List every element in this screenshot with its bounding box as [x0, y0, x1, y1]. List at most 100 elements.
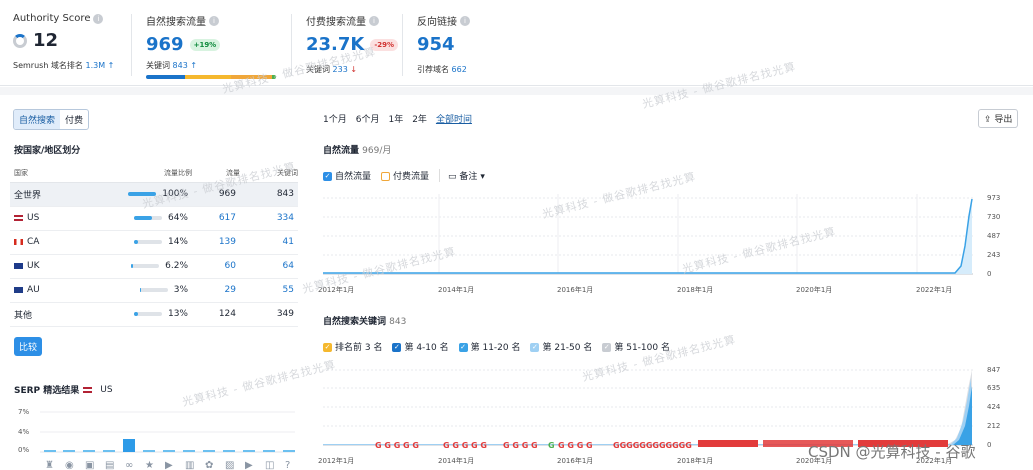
svg-text:G G G G G: G G G G G	[443, 441, 487, 450]
keywords-label: 关键词	[146, 61, 170, 70]
share-value: 6.2%	[165, 261, 188, 271]
ref-domains-value[interactable]: 662	[452, 65, 467, 74]
info-icon[interactable]: i	[93, 13, 104, 24]
svg-text:◉: ◉	[65, 460, 74, 470]
checkbox-checked-icon: ✓	[458, 343, 468, 352]
notes-dropdown[interactable]: ▭ 备注 ▾	[439, 169, 485, 182]
compare-button[interactable]: 比较	[14, 337, 43, 356]
range-1m[interactable]: 1个月	[323, 112, 347, 125]
legend-paid[interactable]: 付费流量	[381, 169, 429, 182]
traffic-y-tick: 243	[987, 251, 1001, 259]
keywords-y-tick: 0	[987, 441, 992, 449]
col-keywords[interactable]: 关键词	[240, 164, 298, 183]
keywords-count: 843	[389, 317, 407, 327]
table-row[interactable]: UK 6.2% 60 64	[10, 254, 298, 279]
range-2y[interactable]: 2年	[412, 112, 427, 125]
table-row[interactable]: 其他 13% 124 349	[10, 302, 298, 327]
keywords-x-tick: 2016年1月	[557, 457, 594, 465]
serp-title: SERP 精选结果	[14, 386, 80, 396]
legend-11-20[interactable]: ✓ 第 11-20 名	[458, 340, 520, 353]
traffic-value[interactable]: 60	[192, 254, 240, 279]
keywords-value[interactable]: 55	[240, 278, 298, 303]
info-icon[interactable]: i	[369, 15, 379, 26]
table-row[interactable]: 全世界 100% 969 843	[10, 182, 298, 207]
keywords-value[interactable]: 334	[240, 206, 298, 231]
checkbox-checked-icon: ✓	[392, 343, 402, 352]
paid-traffic-metric[interactable]: 付费搜索流量 i 23.7K -29% 关键词 233 ↓	[306, 13, 399, 75]
divider	[402, 14, 403, 76]
svg-text:G: G	[548, 441, 555, 450]
traffic-chart-title: 自然流量 969/月	[323, 143, 391, 156]
change-badge: -29%	[370, 38, 399, 51]
range-1y[interactable]: 1年	[388, 112, 403, 125]
export-button[interactable]: ⇪ 导出	[978, 109, 1019, 128]
col-share[interactable]: 流量比例	[118, 164, 192, 183]
info-icon[interactable]: i	[209, 15, 219, 26]
range-all[interactable]: 全部时间	[436, 112, 472, 125]
paid-label: 付费搜索流量	[306, 17, 366, 28]
traffic-x-tick: 2022年1月	[916, 286, 953, 294]
col-traffic[interactable]: 流量	[192, 164, 240, 183]
ranking-distribution-bar	[146, 75, 276, 79]
keywords-x-tick: 2018年1月	[677, 457, 714, 465]
traffic-x-tick: 2018年1月	[677, 286, 714, 294]
paid-keywords-label: 关键词	[306, 65, 330, 74]
svg-text:GGGGGGGGGGGG: GGGGGGGGGGGG	[613, 441, 692, 450]
legend-top3-label: 排名前 3 名	[335, 343, 383, 353]
svg-text:▶: ▶	[245, 460, 253, 470]
country-section-title: 按国家/地区划分	[14, 146, 81, 156]
share-bar	[131, 263, 160, 268]
csdn-watermark: CSDN @光算科技 - 谷歌	[808, 443, 976, 461]
paid-keywords-value[interactable]: 233	[333, 65, 348, 74]
keywords-title: 自然搜索关键词	[323, 317, 387, 327]
au-flag-icon	[14, 286, 23, 293]
keywords-chart-title: 自然搜索关键词 843	[323, 314, 406, 327]
traffic-value[interactable]: 139	[192, 230, 240, 255]
table-row[interactable]: AU 3% 29 55	[10, 278, 298, 303]
traffic-value[interactable]: 29	[192, 278, 240, 303]
search-type-tabs: 自然搜索 付费	[13, 109, 90, 130]
legend-51-100[interactable]: ✓ 第 51-100 名	[602, 340, 670, 353]
keywords-value[interactable]: 41	[240, 230, 298, 255]
backlinks-metric[interactable]: 反向链接 i 954 引荐域名 662	[417, 13, 470, 75]
checkbox-checked-icon: ✓	[602, 343, 612, 352]
authority-score[interactable]: Authority Score i 12 Semrush 域名排名 1.3M ↑	[13, 13, 114, 71]
keywords-chart: G G G G G G G G G G G G G G G G G G G GG…	[323, 369, 973, 450]
keywords-value[interactable]: 843	[173, 61, 188, 70]
svg-text:▣: ▣	[85, 460, 94, 470]
info-icon[interactable]: i	[460, 15, 470, 26]
keywords-y-tick: 212	[987, 422, 1001, 430]
table-row[interactable]: US 64% 617 334	[10, 206, 298, 231]
tab-organic[interactable]: 自然搜索	[14, 110, 61, 129]
svg-text:◫: ◫	[265, 460, 274, 470]
tab-paid[interactable]: 付费	[60, 110, 88, 129]
organic-traffic-metric[interactable]: 自然搜索流量 i 969 +19% 关键词 843 ↑	[146, 13, 276, 79]
legend-21-50[interactable]: ✓ 第 21-50 名	[530, 340, 592, 353]
time-range-filters: 1个月 6个月 1年 2年 全部时间	[323, 112, 472, 125]
legend-4-10-label: 第 4-10 名	[404, 343, 449, 353]
traffic-y-tick: 730	[987, 213, 1001, 221]
legend-top3[interactable]: ✓ 排名前 3 名	[323, 340, 382, 353]
share-value: 13%	[167, 309, 188, 319]
svg-text:G G G G: G G G G	[503, 441, 538, 450]
svg-text:▨: ▨	[225, 460, 234, 470]
arrow-up-icon: ↑	[190, 61, 198, 70]
table-row[interactable]: CA 14% 139 41	[10, 230, 298, 255]
keywords-value[interactable]: 64	[240, 254, 298, 279]
svg-text:▥: ▥	[185, 460, 194, 470]
svg-text:✿: ✿	[205, 460, 213, 470]
keywords-value: 349	[240, 302, 298, 327]
svg-text:∞: ∞	[125, 460, 133, 470]
traffic-title: 自然流量	[323, 146, 360, 156]
rank-value[interactable]: 1.3M	[85, 61, 105, 70]
serp-y-tick: 7%	[18, 408, 30, 416]
legend-4-10[interactable]: ✓ 第 4-10 名	[392, 340, 449, 353]
share-bar	[139, 287, 168, 292]
range-6m[interactable]: 6个月	[356, 112, 380, 125]
traffic-value[interactable]: 617	[192, 206, 240, 231]
authority-value: 12	[33, 30, 59, 51]
arrow-down-icon: ↓	[350, 65, 358, 74]
legend-organic[interactable]: ✓ 自然流量	[323, 169, 371, 182]
serp-features-chart: ♜ ◉ ▣ ▤ ∞ ★ ▶ ▥ ✿ ▨ ▶ ◫?	[40, 411, 295, 470]
share-value: 100%	[162, 189, 188, 199]
